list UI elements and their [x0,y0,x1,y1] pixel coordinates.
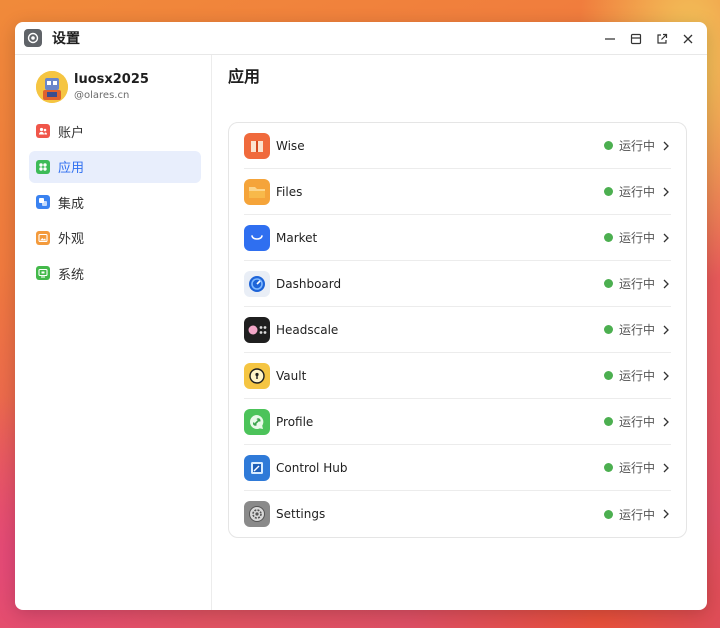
app-row-profile[interactable]: Profile 运行中 [244,399,671,445]
app-row-headscale[interactable]: Headscale 运行中 [244,307,671,353]
sidebar-item-account[interactable]: 账户 [29,115,201,147]
app-name: Wise [276,138,305,153]
dashboard-icon [244,270,270,297]
maximize-button[interactable] [627,30,645,48]
chevron-right-icon [661,509,671,519]
chevron-right-icon [661,463,671,473]
chevron-right-icon [661,233,671,243]
app-row-vault[interactable]: Vault 运行中 [244,353,671,399]
page-title: 应用 [228,67,261,86]
chevron-right-icon [661,279,671,289]
files-icon [244,178,270,205]
minimize-icon [605,37,615,40]
sidebar-item-label: 集成 [58,196,85,212]
open-external-button[interactable] [653,30,671,48]
sidebar: luosx2025 @olares.cn 账户 应用 集成 外观 系统 [15,55,212,610]
app-status: 运行中 [618,139,655,153]
vault-icon [244,362,270,389]
app-name: Control Hub [276,460,348,475]
status-dot [603,141,613,150]
status-dot [603,371,613,380]
app-list: Wise 运行中 Files 运行中 Market 运行中 Dashboard … [228,122,687,538]
user-profile[interactable]: luosx2025 @olares.cn [15,67,211,107]
status-dot [603,233,613,242]
close-button[interactable] [679,30,697,48]
app-name: Settings [276,507,326,521]
app-row-settings[interactable]: Settings 运行中 [244,491,671,537]
status-dot [603,417,613,426]
app-row-market[interactable]: Market 运行中 [244,215,671,261]
settings-icon [244,501,270,527]
app-row-dashboard[interactable]: Dashboard 运行中 [244,261,671,307]
app-status: 运行中 [618,507,655,522]
app-name: Dashboard [276,276,342,291]
settings-window: 设置 luosx2025 @olares.cn 账户 应用 集成 外观 系统 应… [15,22,707,610]
status-dot [603,509,613,519]
settings-app-icon [24,29,42,47]
account-icon [36,124,50,138]
wise-icon [244,132,270,159]
title-bar: 设置 [15,22,707,55]
status-dot [603,463,613,472]
app-status: 运行中 [618,369,655,383]
profile-icon [244,408,270,435]
sidebar-nav: 账户 应用 集成 外观 系统 [15,115,211,289]
status-dot [603,187,613,196]
close-icon [683,34,693,43]
sidebar-item-integration[interactable]: 集成 [29,186,201,218]
app-name: Headscale [276,322,339,337]
app-row-wise[interactable]: Wise 运行中 [244,123,671,169]
maximize-icon [630,33,642,44]
minimize-button[interactable] [601,30,619,48]
app-name: Profile [276,414,314,429]
window-title: 设置 [52,31,80,47]
status-dot [603,279,613,288]
chevron-right-icon [661,417,671,427]
status-dot [603,325,613,334]
app-status: 运行中 [618,185,655,199]
sidebar-item-label: 系统 [58,267,85,283]
control-hub-icon [244,454,270,481]
app-status: 运行中 [618,415,655,429]
app-name: Files [276,184,303,199]
main-content: 应用 Wise 运行中 Files 运行中 Market 运行中 Dashboa… [212,55,707,610]
appearance-icon [36,230,50,245]
app-status: 运行中 [618,277,655,291]
market-icon [244,224,270,251]
app-name: Vault [276,368,307,383]
apps-icon [36,159,50,174]
sidebar-item-appearance[interactable]: 外观 [29,222,201,254]
sidebar-item-system[interactable]: 系统 [29,257,201,289]
app-status: 运行中 [618,461,655,475]
chevron-right-icon [661,141,671,151]
sidebar-item-label: 账户 [58,125,85,141]
chevron-right-icon [661,371,671,381]
sidebar-item-label: 应用 [58,161,85,176]
avatar [36,71,68,103]
integration-icon [36,195,50,209]
sidebar-item-label: 外观 [58,232,85,247]
app-status: 运行中 [618,323,655,337]
chevron-right-icon [661,187,671,197]
headscale-icon [244,316,270,343]
sidebar-item-apps[interactable]: 应用 [29,150,201,183]
app-status: 运行中 [618,231,655,245]
app-row-files[interactable]: Files 运行中 [244,169,671,215]
app-row-control-hub[interactable]: Control Hub 运行中 [244,445,671,491]
chevron-right-icon [661,325,671,335]
user-name: luosx2025 [74,72,149,87]
user-id: @olares.cn [74,90,130,101]
app-name: Market [276,230,318,245]
open-external-icon [657,33,668,44]
system-icon [36,266,50,280]
